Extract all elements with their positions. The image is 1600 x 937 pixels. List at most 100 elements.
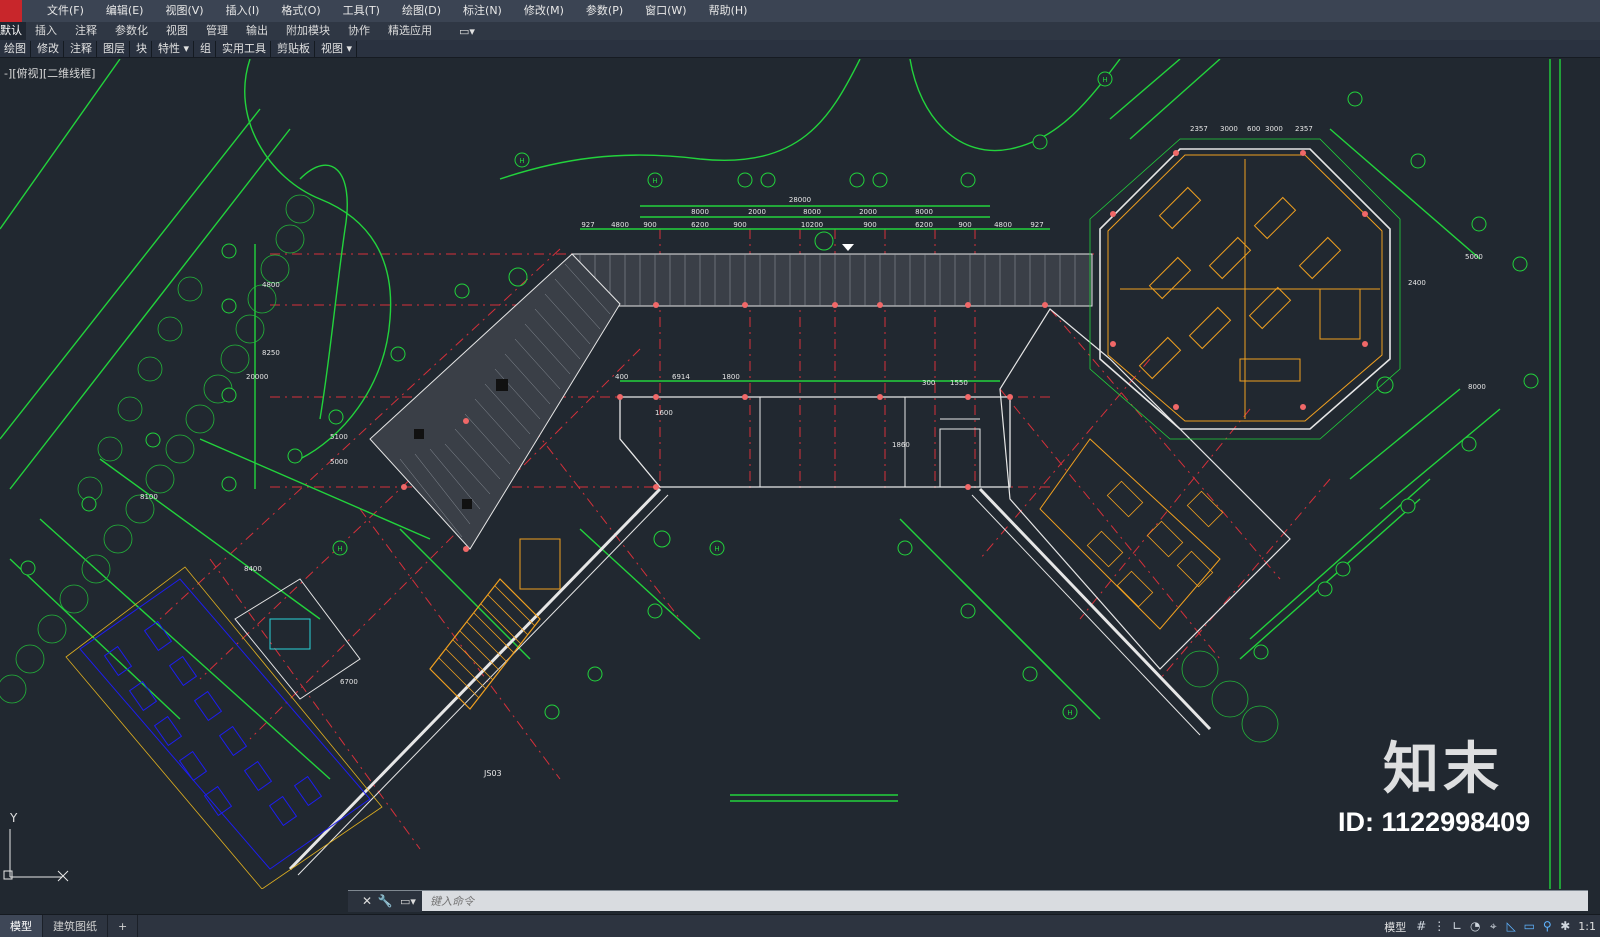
panel-modify[interactable]: 修改 <box>33 40 64 57</box>
dim-10200: 10200 <box>801 221 823 229</box>
octagon-pavilion <box>1089 138 1401 440</box>
command-history-icon[interactable]: ▭▾ <box>394 890 422 912</box>
watermark-id: ID: 1122998409 <box>1338 807 1531 837</box>
lineweight-icon[interactable]: ▭ <box>1520 915 1538 937</box>
menu-modify[interactable]: 修改(M) <box>513 0 575 22</box>
tab-default[interactable]: 默认 <box>0 22 26 40</box>
menu-format[interactable]: 格式(O) <box>270 0 331 22</box>
main-building <box>571 253 1093 488</box>
tab-insert[interactable]: 插入 <box>26 22 66 40</box>
dim-4800-b: 4800 <box>994 221 1012 229</box>
wrench-icon[interactable]: 🔧 <box>376 890 394 912</box>
menu-tools[interactable]: 工具(T) <box>332 0 391 22</box>
annotation-icon[interactable]: ⚲ <box>1538 915 1556 937</box>
tab-featured-apps[interactable]: 精选应用 <box>379 22 441 40</box>
menu-dimension[interactable]: 标注(N) <box>452 0 513 22</box>
dim-8000-a: 8000 <box>691 208 709 216</box>
left-dim-5000: 5000 <box>330 458 348 466</box>
ucs-icon <box>3 829 69 882</box>
model-space-button[interactable]: 模型 <box>1378 919 1412 935</box>
dim-900-d: 900 <box>958 221 971 229</box>
polar-icon[interactable]: ◔ <box>1466 915 1484 937</box>
otrack-icon[interactable]: ◺ <box>1502 915 1520 937</box>
tab-collaborate[interactable]: 协作 <box>339 22 379 40</box>
viewport-controls[interactable]: -][俯视][二维线框] <box>4 65 95 81</box>
ucs-y-label: Y <box>10 811 18 825</box>
dim-2000-b: 2000 <box>859 208 877 216</box>
grid-label-h: H <box>1102 76 1107 84</box>
mid-dim-1860: 1860 <box>892 441 910 449</box>
menu-window[interactable]: 窗口(W) <box>634 0 697 22</box>
ribbon-panels: 绘图 修改 注释 图层 块 特性 ▾ 组 实用工具 剪贴板 视图 ▾ <box>0 40 1600 58</box>
panel-clipboard[interactable]: 剪贴板 <box>273 40 316 57</box>
panel-groups[interactable]: 组 <box>196 40 217 57</box>
panel-utilities[interactable]: 实用工具 <box>218 40 272 57</box>
panel-view[interactable]: 视图 ▾ <box>317 40 358 57</box>
left-dim-5100: 5100 <box>330 433 348 441</box>
tab-output[interactable]: 输出 <box>237 22 277 40</box>
mid-dim-400: 400 <box>615 373 628 381</box>
left-dim-8400: 8400 <box>244 565 262 573</box>
dim-8000-c: 8000 <box>915 208 933 216</box>
dim-900-b: 900 <box>733 221 746 229</box>
panel-annotation[interactable]: 注释 <box>66 40 97 57</box>
dim-2000-a: 2000 <box>748 208 766 216</box>
tab-view[interactable]: 视图 <box>157 22 197 40</box>
left-dim-6700: 6700 <box>340 678 358 686</box>
label-js03: JS03 <box>483 769 502 778</box>
section-marker <box>842 244 854 251</box>
command-input[interactable] <box>422 891 1588 911</box>
grid-label-h: H <box>1067 709 1072 717</box>
panel-draw[interactable]: 绘图 <box>0 40 31 57</box>
grid-icon[interactable]: # <box>1412 915 1430 937</box>
dim-6200-b: 6200 <box>915 221 933 229</box>
grid-label-h: H <box>337 545 342 553</box>
left-dim-8250: 8250 <box>262 349 280 357</box>
app-logo-icon[interactable] <box>0 0 22 22</box>
grid-bubbles <box>20 71 1539 720</box>
workspace-icon[interactable]: ✱ <box>1556 915 1574 937</box>
grid-label-h: H <box>714 545 719 553</box>
tab-parametric[interactable]: 参数化 <box>106 22 157 40</box>
mid-dim-1800: 1800 <box>722 373 740 381</box>
oct-dim-3000-b: 3000 <box>1265 125 1283 133</box>
tab-layout-sheet[interactable]: 建筑图纸 <box>43 914 108 937</box>
osnap-icon[interactable]: ⌖ <box>1484 915 1502 937</box>
menu-view[interactable]: 视图(V) <box>154 0 214 22</box>
snap-icon[interactable]: ⋮ <box>1430 915 1448 937</box>
tab-annotate[interactable]: 注释 <box>66 22 106 40</box>
command-grip[interactable] <box>348 890 358 912</box>
add-layout-button[interactable]: + <box>108 914 139 937</box>
tab-manage[interactable]: 管理 <box>197 22 237 40</box>
oct-dim-3000-a: 3000 <box>1220 125 1238 133</box>
drawing-viewport[interactable]: -][俯视][二维线框] 28000 8000 2000 8000 2000 8… <box>0 59 1600 889</box>
status-toggles: 模型 # ⋮ ∟ ◔ ⌖ ◺ ▭ ⚲ ✱ 1:1 <box>1378 915 1600 937</box>
oct-dim-2357-b: 2357 <box>1295 125 1313 133</box>
dim-6200-a: 6200 <box>691 221 709 229</box>
cad-drawing: 28000 8000 2000 8000 2000 8000 927 4800 … <box>0 59 1561 889</box>
ribbon-toggle-icon[interactable]: ▭▾ <box>459 25 475 38</box>
menu-parametric[interactable]: 参数(P) <box>575 0 634 22</box>
ribbon-tabs: 默认 插入 注释 参数化 视图 管理 输出 附加模块 协作 精选应用 ▭▾ <box>0 22 1600 40</box>
close-icon[interactable]: ✕ <box>358 890 376 912</box>
grid-label-h: H <box>652 177 657 185</box>
panel-properties[interactable]: 特性 ▾ <box>154 40 195 57</box>
panel-block[interactable]: 块 <box>132 40 152 57</box>
command-line: ✕ 🔧 ▭▾ <box>348 890 1588 912</box>
right-wing <box>971 308 1291 736</box>
mid-dim-6914: 6914 <box>672 373 690 381</box>
dim-28000: 28000 <box>789 196 811 204</box>
menu-help[interactable]: 帮助(H) <box>698 0 759 22</box>
dim-4800-a: 4800 <box>611 221 629 229</box>
menu-draw[interactable]: 绘图(D) <box>391 0 452 22</box>
menu-edit[interactable]: 编辑(E) <box>95 0 155 22</box>
oct-dim-5000: 5000 <box>1465 253 1483 261</box>
menu-file[interactable]: 文件(F) <box>36 0 95 22</box>
mid-dim-1550: 1550 <box>950 379 968 387</box>
tab-addins[interactable]: 附加模块 <box>277 22 339 40</box>
menu-insert[interactable]: 插入(I) <box>215 0 271 22</box>
annotation-scale[interactable]: 1:1 <box>1574 920 1600 933</box>
ortho-icon[interactable]: ∟ <box>1448 915 1466 937</box>
panel-layers[interactable]: 图层 <box>99 40 130 57</box>
tab-model[interactable]: 模型 <box>0 914 43 937</box>
